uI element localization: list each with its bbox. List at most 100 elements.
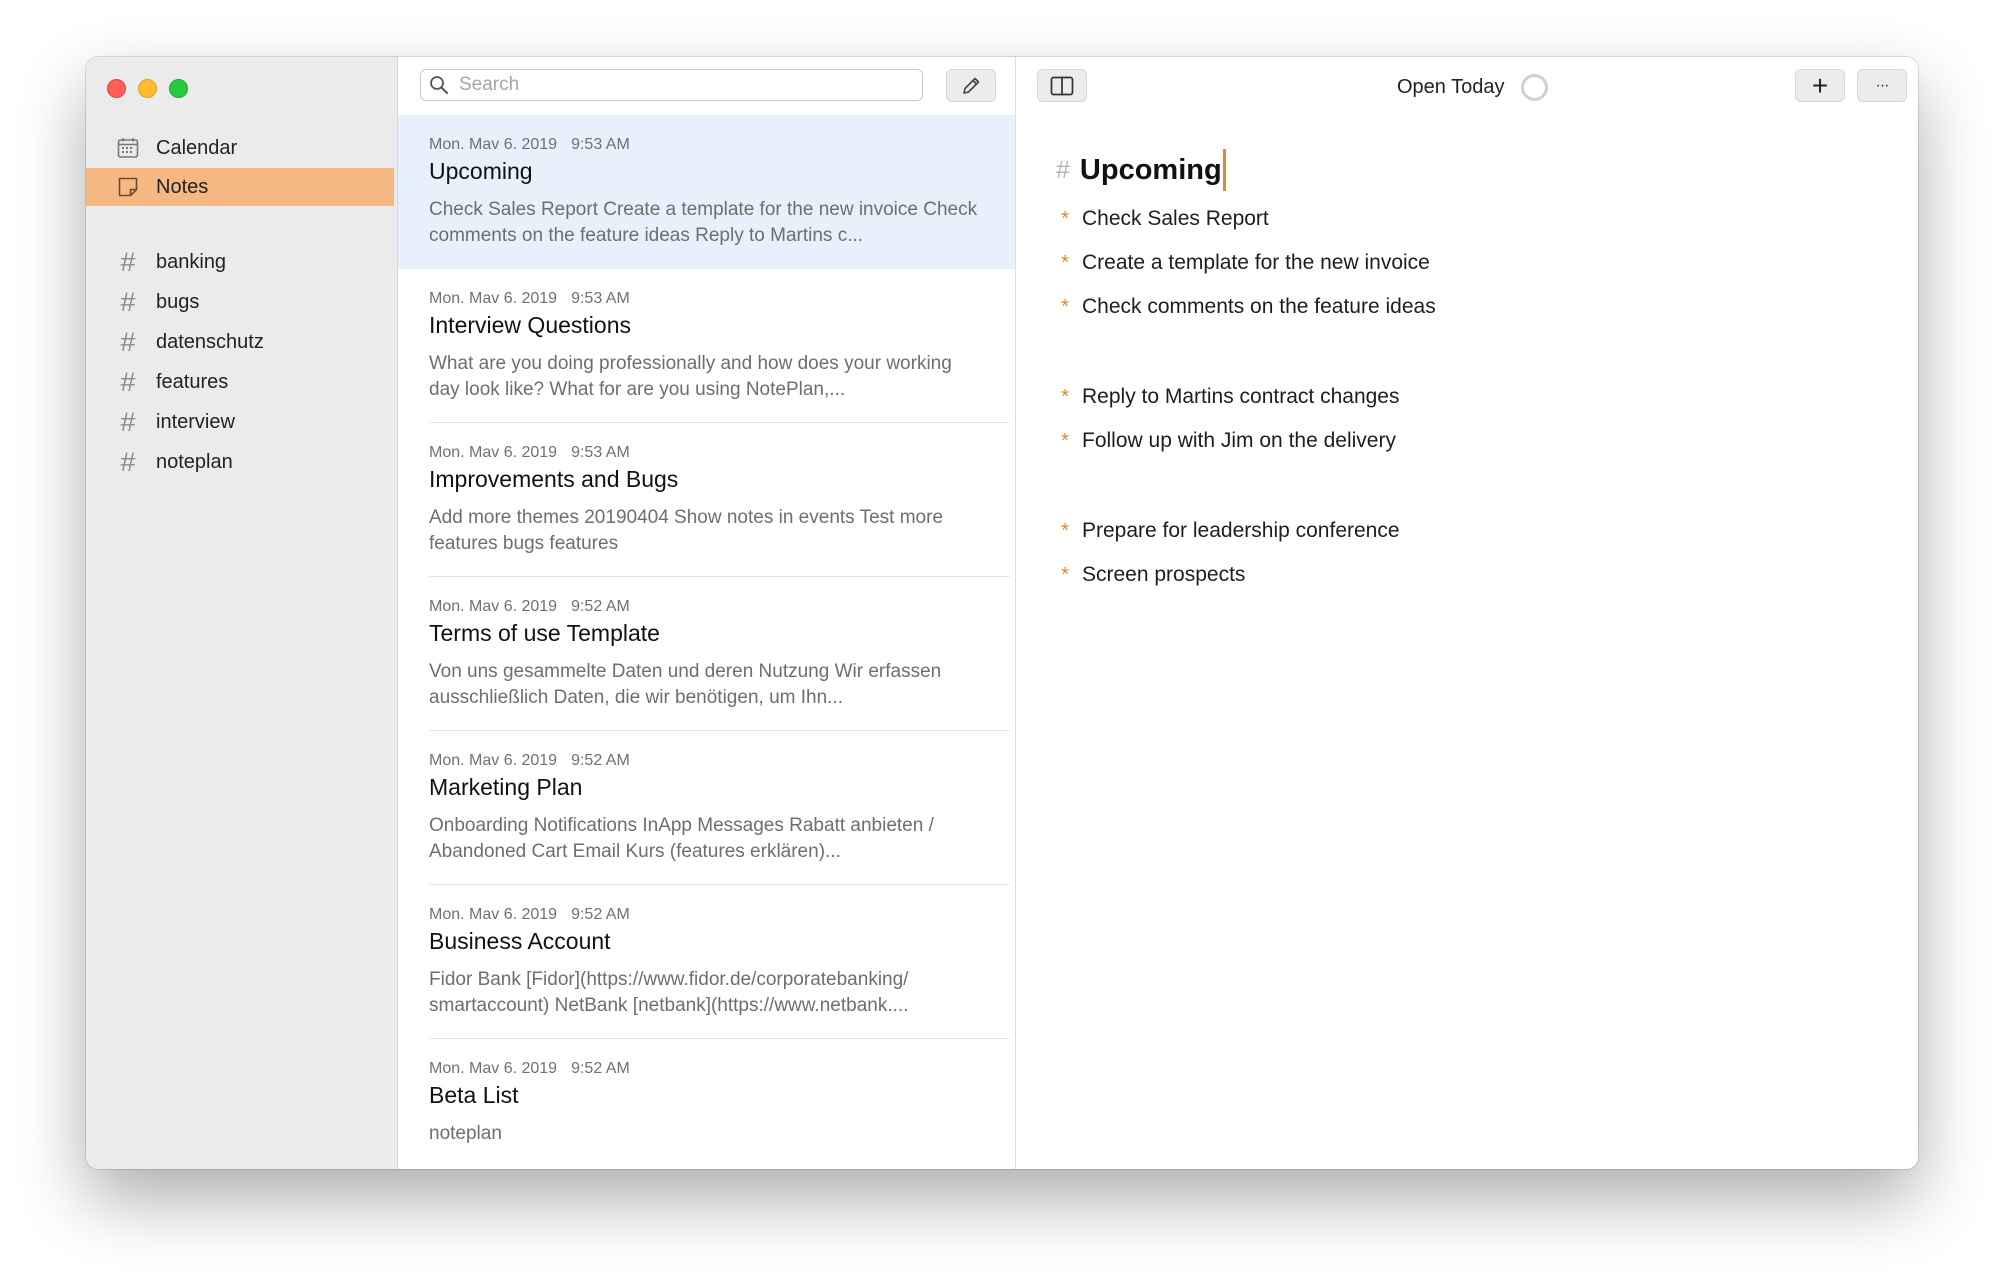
note-title: Beta List [429, 1082, 519, 1108]
note-list-panel: Mon. Mav 6. 2019 9:53 AM Upcoming Check S… [398, 57, 1016, 1169]
note-list-item[interactable]: Mon. Mav 6. 2019 9:52 AM Beta List notepl… [398, 1039, 1015, 1169]
note-date: Mon. Mav 6. 2019 [429, 906, 558, 923]
sidebar-tag-bugs[interactable]: # bugs [86, 283, 394, 321]
toggle-sidebar-button[interactable] [1037, 69, 1087, 102]
hashtag-icon: # [120, 246, 136, 277]
sidebar-tag-datenschutz[interactable]: # datenschutz [86, 323, 394, 361]
close-window-button[interactable] [107, 79, 126, 98]
note-time: 9:52 AM [571, 752, 630, 769]
note-title: Business Account [429, 928, 611, 954]
note-date-row: Mon. Mav 6. 2019 9:52 AM [429, 597, 980, 617]
task-item[interactable]: * Reply to Martins contract changes [1054, 385, 1399, 409]
hashtag-icon: # [120, 366, 136, 397]
note-title: Upcoming [429, 158, 533, 184]
hashtag-icon: # [120, 406, 136, 437]
heading-marker: # [1056, 155, 1070, 184]
note-preview: Onboarding Notifications InApp Messages … [429, 815, 934, 862]
task-marker: * [1061, 429, 1069, 452]
sidebar-item-label: Notes [156, 175, 209, 198]
note-list-item[interactable]: Mon. Mav 6. 2019 9:52 AM Terms of use Tem… [398, 577, 1015, 731]
sidebar-item-notes[interactable]: Notes [86, 168, 394, 206]
sidebar-item-calendar[interactable]: Calendar [86, 129, 394, 167]
note-list-item[interactable]: Mon. Mav 6. 2019 9:52 AM Business Account… [398, 885, 1015, 1039]
editor-heading[interactable]: # Upcoming [1056, 149, 1226, 191]
more-options-button[interactable]: ··· [1857, 69, 1907, 102]
sidebar: Calendar Notes # banking # bugs # datens… [86, 57, 398, 1169]
app-window: Calendar Notes # banking # bugs # datens… [86, 57, 1918, 1169]
hashtag-icon: # [120, 446, 136, 477]
sidebar-tag-label: noteplan [156, 450, 233, 473]
task-text: Check Sales Report [1082, 207, 1269, 230]
note-date-row: Mon. Mav 6. 2019 9:53 AM [429, 135, 980, 155]
note-title: Marketing Plan [429, 774, 583, 800]
task-text: Prepare for leadership conference [1082, 519, 1400, 542]
note-time: 9:52 AM [571, 1060, 630, 1077]
calendar-icon [116, 136, 140, 160]
search-box[interactable] [420, 69, 923, 101]
task-item[interactable]: * Prepare for leadership conference [1054, 519, 1400, 543]
note-list-item[interactable]: Mon. Mav 6. 2019 9:53 AM Interview Questi… [398, 269, 1015, 423]
note-preview: Von uns gesammelte Daten und deren Nutzu… [429, 661, 942, 708]
sidebar-tag-features[interactable]: # features [86, 363, 394, 401]
note-date: Mon. Mav 6. 2019 [429, 290, 558, 307]
note-time: 9:52 AM [571, 598, 630, 615]
task-item[interactable]: * Create a template for the new invoice [1054, 251, 1430, 275]
note-preview: What are you doing professionally and ho… [429, 353, 952, 400]
note-date: Mon. Mav 6. 2019 [429, 1060, 558, 1077]
task-text: Check comments on the feature ideas [1082, 295, 1436, 318]
note-time: 9:53 AM [571, 290, 630, 307]
note-icon [116, 175, 140, 199]
open-today-control[interactable]: Open Today [1397, 74, 1548, 101]
task-text: Reply to Martins contract changes [1082, 385, 1400, 408]
sidebar-tag-interview[interactable]: # interview [86, 403, 394, 441]
task-item[interactable]: * Follow up with Jim on the delivery [1054, 429, 1396, 453]
task-marker: * [1061, 251, 1069, 274]
task-text: Follow up with Jim on the delivery [1082, 429, 1396, 452]
task-marker: * [1061, 563, 1069, 586]
note-list-item[interactable]: Mon. Mav 6. 2019 9:52 AM Marketing Plan O… [398, 731, 1015, 885]
hashtag-icon: # [120, 326, 136, 357]
note-date: Mon. Mav 6. 2019 [429, 136, 558, 153]
note-time: 9:52 AM [571, 906, 630, 923]
minimize-window-button[interactable] [138, 79, 157, 98]
note-time: 9:53 AM [571, 136, 630, 153]
editor-title: Upcoming [1079, 153, 1222, 186]
task-marker: * [1061, 519, 1069, 542]
search-input[interactable] [457, 73, 917, 97]
note-time: 9:53 AM [571, 444, 630, 461]
circle-icon [1520, 74, 1548, 101]
sidebar-item-label: Calendar [156, 136, 238, 159]
sidebar-tag-label: banking [156, 250, 227, 273]
task-item[interactable]: * Check comments on the feature ideas [1054, 295, 1436, 319]
note-title: Improvements and Bugs [429, 466, 679, 492]
note-list-item[interactable]: Mon. Mav 6. 2019 9:53 AM Upcoming Check S… [398, 115, 1015, 269]
task-marker: * [1061, 385, 1069, 408]
search-icon [429, 75, 449, 95]
note-preview: Check Sales Report Create a template for… [429, 199, 978, 246]
window-controls [107, 79, 188, 98]
note-preview: noteplan [429, 1123, 502, 1144]
task-item[interactable]: * Check Sales Report [1054, 207, 1269, 231]
new-note-button[interactable] [946, 69, 996, 102]
add-button[interactable]: + [1795, 69, 1845, 102]
note-date-row: Mon. Mav 6. 2019 9:53 AM [429, 443, 980, 463]
zoom-window-button[interactable] [169, 79, 188, 98]
task-item[interactable]: * Screen prospects [1054, 563, 1245, 587]
note-date-row: Mon. Mav 6. 2019 9:52 AM [429, 905, 980, 925]
hashtag-icon: # [120, 286, 136, 317]
sidebar-tag-banking[interactable]: # banking [86, 243, 394, 281]
note-preview: Fidor Bank [Fidor](https://www.fidor.de/… [429, 969, 909, 1016]
task-marker: * [1061, 207, 1069, 230]
pencil-icon [960, 75, 982, 97]
note-date: Mon. Mav 6. 2019 [429, 752, 558, 769]
sidebar-tag-noteplan[interactable]: # noteplan [86, 443, 394, 481]
note-list-item[interactable]: Mon. Mav 6. 2019 9:53 AM Improvements and… [398, 423, 1015, 577]
note-date-row: Mon. Mav 6. 2019 9:53 AM [429, 289, 980, 309]
note-date-row: Mon. Mav 6. 2019 9:52 AM [429, 1059, 980, 1079]
sidebar-tag-label: features [156, 370, 229, 393]
open-today-label: Open Today [1397, 76, 1505, 98]
note-preview: Add more themes 20190404 Show notes in e… [429, 507, 944, 554]
split-view-icon [1050, 76, 1074, 96]
editor-panel: Open Today + ··· # Upcoming * Check Sale… [1016, 57, 1918, 1169]
note-date: Mon. Mav 6. 2019 [429, 598, 558, 615]
